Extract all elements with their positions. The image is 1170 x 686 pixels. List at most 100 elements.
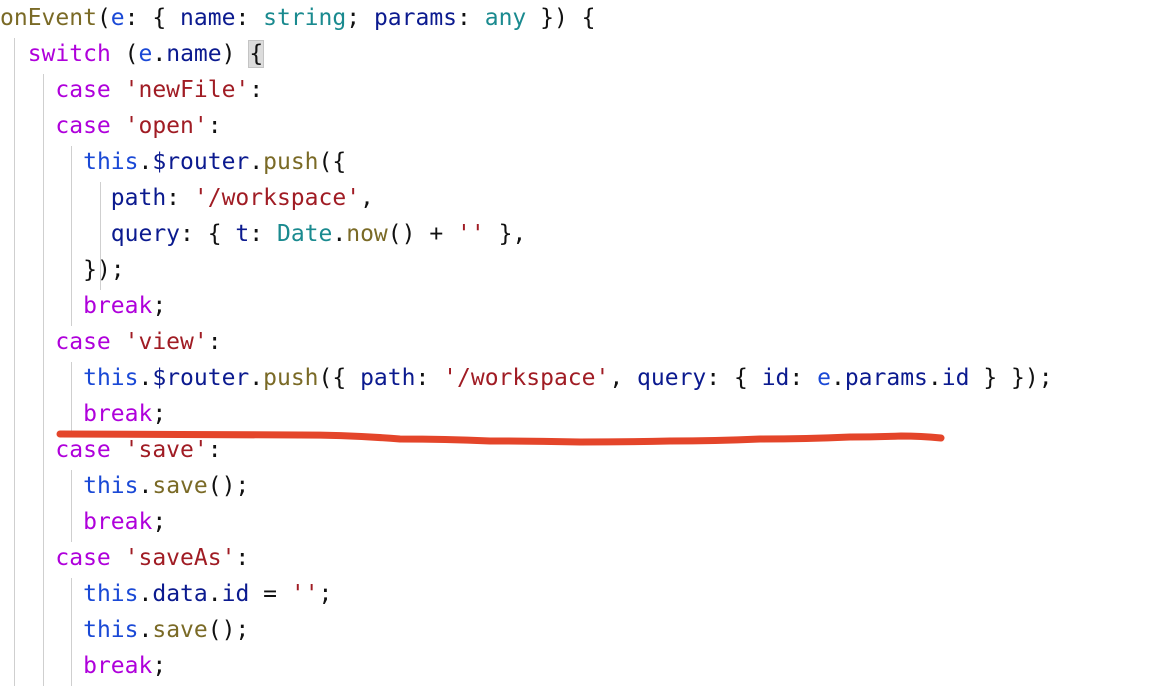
code-token: }); <box>83 257 125 283</box>
code-line[interactable]: this.data.id = ''; <box>0 576 1170 612</box>
code-token: switch <box>27 41 111 67</box>
code-token: : <box>235 545 250 571</box>
code-token: (); <box>207 473 250 499</box>
code-token: case <box>55 77 111 103</box>
code-line[interactable]: break; <box>0 288 1170 324</box>
code-token: '' <box>290 581 319 607</box>
code-line[interactable]: onEvent(e: { name: string; params: any }… <box>0 0 1170 36</box>
code-line[interactable]: this.save(); <box>0 468 1170 504</box>
code-line[interactable]: this.$router.push({ path: '/workspace', … <box>0 360 1170 396</box>
code-token: . <box>138 149 153 175</box>
code-token: () + <box>387 221 458 247</box>
code-line[interactable]: break; <box>0 396 1170 432</box>
code-token: . <box>207 581 222 607</box>
code-token: 'newFile' <box>124 77 250 103</box>
code-token: this <box>83 473 139 499</box>
code-line[interactable]: switch (e.name) { <box>0 36 1170 72</box>
code-token: : <box>235 5 264 31</box>
code-token: . <box>138 617 153 643</box>
code-token: ; <box>152 653 167 679</box>
code-token: : <box>166 185 194 211</box>
code-token: ( <box>96 5 111 31</box>
code-line[interactable]: }); <box>0 252 1170 288</box>
code-token: : <box>207 437 222 463</box>
code-token: : <box>415 365 444 391</box>
code-line[interactable]: query: { t: Date.now() + '' }, <box>0 216 1170 252</box>
code-token: . <box>332 221 347 247</box>
code-token: . <box>138 581 153 607</box>
code-token: }) { <box>526 5 596 31</box>
code-token: $router <box>152 365 250 391</box>
code-token: : { <box>124 5 181 31</box>
code-content[interactable]: onEvent(e: { name: string; params: any }… <box>0 0 1170 686</box>
code-token: : <box>249 221 277 247</box>
code-token: '/workspace' <box>443 365 610 391</box>
code-token: any <box>484 5 527 31</box>
code-token: : <box>789 365 818 391</box>
code-token: params <box>844 365 928 391</box>
code-token: : <box>249 77 264 103</box>
code-line[interactable]: path: '/workspace', <box>0 180 1170 216</box>
code-line[interactable]: case 'saveAs': <box>0 540 1170 576</box>
code-line[interactable]: case 'open': <box>0 108 1170 144</box>
code-token: id <box>941 365 970 391</box>
code-line[interactable]: case 'view': <box>0 324 1170 360</box>
code-token: 'open' <box>124 113 208 139</box>
code-token: push <box>263 149 319 175</box>
code-token: ; <box>152 509 167 535</box>
code-line[interactable]: break; <box>0 504 1170 540</box>
code-token: , <box>360 185 374 211</box>
code-editor-screenshot: onEvent(e: { name: string; params: any }… <box>0 0 1170 686</box>
code-token: } }); <box>969 365 1053 391</box>
code-line[interactable]: case 'save': <box>0 432 1170 468</box>
code-token: $router <box>152 149 250 175</box>
code-token: onEvent <box>0 5 97 31</box>
code-token: data <box>152 581 208 607</box>
code-token: id <box>221 581 250 607</box>
code-token: case <box>55 437 111 463</box>
code-line[interactable]: case 'newFile': <box>0 72 1170 108</box>
code-token: : <box>207 113 222 139</box>
code-token: this <box>83 365 139 391</box>
code-token: = <box>249 581 291 607</box>
code-token: case <box>55 113 111 139</box>
code-token: params <box>373 5 458 31</box>
code-token: '' <box>457 221 485 247</box>
code-token: . <box>830 365 845 391</box>
code-token: '/workspace' <box>193 185 361 211</box>
code-token: save <box>152 473 208 499</box>
code-token: this <box>83 581 139 607</box>
code-token: case <box>55 329 111 355</box>
code-token: now <box>346 221 388 247</box>
code-line[interactable]: this.$router.push({ <box>0 144 1170 180</box>
code-token: ({ <box>318 365 361 391</box>
code-token: ; <box>152 401 167 427</box>
code-token: { <box>248 40 265 68</box>
code-line[interactable]: this.save(); <box>0 612 1170 648</box>
code-token: e <box>817 365 831 391</box>
code-token: : { <box>706 365 762 391</box>
code-token: (); <box>207 617 250 643</box>
code-token: case <box>55 545 111 571</box>
code-token: break <box>83 653 153 679</box>
code-line[interactable]: break; <box>0 648 1170 684</box>
code-token: push <box>263 365 319 391</box>
code-token: break <box>83 293 153 319</box>
code-token: ( <box>110 41 139 67</box>
